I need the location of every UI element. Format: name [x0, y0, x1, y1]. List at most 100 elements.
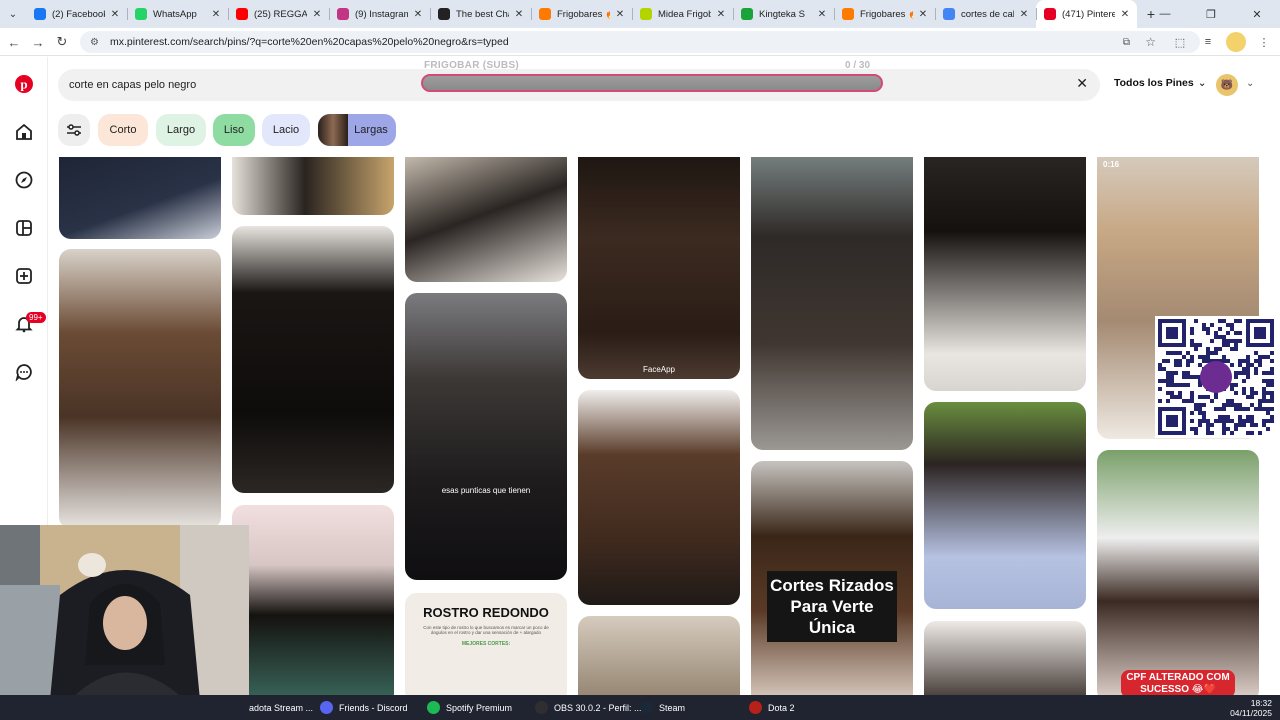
- browser-profile-avatar[interactable]: [1226, 32, 1246, 52]
- rostro-description: Con este tipo de rostro lo que buscamos …: [423, 625, 549, 635]
- chip-corto[interactable]: Corto: [98, 114, 148, 146]
- browser-tab[interactable]: (9) Instagram ✕: [329, 0, 430, 28]
- extensions-icon[interactable]: ⬚: [1170, 32, 1190, 52]
- browser-tab[interactable]: The best Chatb ✕: [430, 0, 531, 28]
- yape-qr-code: [1155, 316, 1277, 438]
- close-window-icon[interactable]: ✕: [1234, 0, 1280, 28]
- close-tab-icon[interactable]: ✕: [715, 9, 727, 20]
- pin-card[interactable]: [405, 157, 567, 282]
- browser-tab[interactable]: (2) Facebook ✕: [26, 0, 127, 28]
- reload-icon[interactable]: ↻: [49, 29, 75, 55]
- close-tab-icon[interactable]: ✕: [917, 9, 929, 20]
- pin-card[interactable]: CPF ALTERADO COM SUCESSO 😂❤️: [1097, 450, 1259, 695]
- address-bar[interactable]: ⚙ mx.pinterest.com/search/pins/?q=corte%…: [80, 31, 1200, 53]
- close-tab-icon[interactable]: ✕: [210, 9, 222, 20]
- pin-scope-dropdown[interactable]: Todos los Pines ⌄: [1114, 77, 1207, 89]
- taskbar-item[interactable]: Steam: [640, 695, 685, 720]
- home-icon[interactable]: [12, 120, 36, 144]
- browser-tab-title: WhatsApp: [153, 8, 197, 20]
- forward-icon[interactable]: →: [25, 29, 51, 55]
- chip-largas-label: Largas: [354, 124, 388, 136]
- pin-card[interactable]: esas punticas que tienen: [405, 293, 567, 580]
- taskbar-item-label: Spotify Premium: [446, 702, 513, 713]
- taskbar-app-icon: [427, 701, 440, 714]
- close-tab-icon[interactable]: ✕: [412, 9, 424, 20]
- browser-tab[interactable]: Frigobares 🔥🤩 ✕: [531, 0, 632, 28]
- browser-tab[interactable]: WhatsApp ✕: [127, 0, 228, 28]
- close-tab-icon[interactable]: ✕: [109, 9, 121, 20]
- browser-tab[interactable]: (471) Pinterest ✕: [1036, 0, 1137, 28]
- browser-tab-title: Kingteka S: [759, 8, 805, 20]
- browser-menu-icon[interactable]: ⋮: [1254, 32, 1274, 52]
- pin-card[interactable]: Cortes Rizados Para Verte Única: [751, 461, 913, 695]
- browser-tab-strip: ⌄ (2) Facebook✕WhatsApp✕(25) REGGAETON✕(…: [0, 0, 1280, 28]
- minimize-icon[interactable]: —: [1142, 0, 1188, 28]
- chatgpt-icon: [438, 8, 450, 20]
- browser-tab-title: (9) Instagram: [355, 8, 408, 20]
- rostro-title: ROSTRO REDONDO: [423, 605, 549, 620]
- close-tab-icon[interactable]: ✕: [614, 9, 626, 20]
- pin-card[interactable]: [232, 505, 394, 695]
- browser-tab-title: cortes de cabe: [961, 8, 1014, 20]
- browser-tab-title: The best Chatb: [456, 8, 509, 20]
- pin-card[interactable]: ROSTRO REDONDO Con este tipo de rostro l…: [405, 593, 567, 695]
- chip-largas[interactable]: Largas: [318, 114, 396, 146]
- close-tab-icon[interactable]: ✕: [311, 9, 323, 20]
- taskbar-item-label: adota Stream ...: [249, 702, 314, 713]
- close-tab-icon[interactable]: ✕: [1018, 9, 1030, 20]
- explore-icon[interactable]: [12, 168, 36, 192]
- restore-icon[interactable]: ❐: [1188, 0, 1234, 28]
- back-icon[interactable]: ←: [1, 29, 27, 55]
- qr-code-icon: [1158, 319, 1274, 435]
- install-app-icon[interactable]: ⧉: [1123, 37, 1130, 48]
- create-icon[interactable]: [12, 264, 36, 288]
- close-tab-icon[interactable]: ✕: [513, 9, 525, 20]
- pin-card[interactable]: [924, 621, 1086, 695]
- filter-button[interactable]: [58, 114, 90, 146]
- pin-card[interactable]: [578, 390, 740, 605]
- pin-card[interactable]: FaceApp: [578, 157, 740, 379]
- url-text: mx.pinterest.com/search/pins/?q=corte%20…: [110, 36, 509, 48]
- pin-card[interactable]: [59, 157, 221, 239]
- profile-avatar[interactable]: 🐻: [1216, 74, 1238, 96]
- taskbar-item[interactable]: OBS 30.0.2 - Perfil: ...: [535, 695, 642, 720]
- taskbar-item[interactable]: Dota 2: [749, 695, 795, 720]
- pin-card[interactable]: [232, 157, 394, 215]
- pin-card[interactable]: [924, 157, 1086, 391]
- taskbar-item[interactable]: adota Stream ...: [249, 695, 313, 720]
- pin-watermark: FaceApp: [642, 365, 676, 374]
- chip-liso[interactable]: Liso: [213, 114, 255, 146]
- browser-tab-title: (471) Pinterest: [1062, 8, 1115, 20]
- system-clock[interactable]: 18:32 04/11/2025: [1230, 698, 1272, 718]
- browser-tab[interactable]: cortes de cabe ✕: [935, 0, 1036, 28]
- pin-card[interactable]: [59, 249, 221, 529]
- pin-card[interactable]: [924, 402, 1086, 609]
- taskbar-item[interactable]: Spotify Premium: [427, 695, 512, 720]
- media-control-icon[interactable]: ≡: [1198, 32, 1218, 52]
- chip-largas-thumbnail: [318, 114, 348, 146]
- stream-goal-label: FRIGOBAR (SUBS): [424, 60, 520, 71]
- browser-tab-title: (25) REGGAETON: [254, 8, 307, 20]
- pin-card[interactable]: [578, 616, 740, 695]
- pinterest-logo-icon[interactable]: p: [12, 72, 36, 96]
- account-chevron-icon[interactable]: ⌄: [1246, 78, 1254, 89]
- pin-card[interactable]: [232, 226, 394, 493]
- messages-icon[interactable]: [12, 360, 36, 384]
- tab-search-chevron-icon[interactable]: ⌄: [0, 0, 26, 28]
- chip-lacio[interactable]: Lacio: [262, 114, 310, 146]
- clear-search-icon[interactable]: ✕: [1076, 75, 1088, 92]
- browser-tab[interactable]: Midea Frigobar ✕: [632, 0, 733, 28]
- browser-tab[interactable]: (25) REGGAETON ✕: [228, 0, 329, 28]
- taskbar-item[interactable]: Friends - Discord: [320, 695, 408, 720]
- browser-tab[interactable]: Frigobares 🔥🤩 ✕: [834, 0, 935, 28]
- boards-icon[interactable]: [12, 216, 36, 240]
- chip-largo[interactable]: Largo: [156, 114, 206, 146]
- browser-tab[interactable]: Kingteka S ✕: [733, 0, 834, 28]
- close-tab-icon[interactable]: ✕: [1119, 9, 1131, 20]
- pin-card[interactable]: [751, 157, 913, 450]
- pin-scope-label: Todos los Pines: [1114, 77, 1194, 89]
- close-tab-icon[interactable]: ✕: [816, 9, 828, 20]
- site-info-icon[interactable]: ⚙: [90, 37, 102, 48]
- bookmark-star-icon[interactable]: ☆: [1145, 35, 1156, 49]
- google-icon: [943, 8, 955, 20]
